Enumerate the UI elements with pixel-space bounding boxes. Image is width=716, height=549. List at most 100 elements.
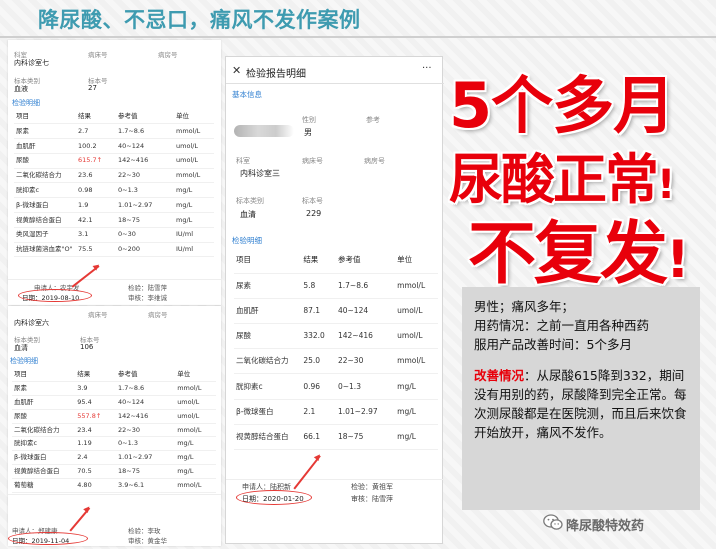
basic-section-title: 基本信息 <box>232 90 262 99</box>
unit: umol/L <box>174 153 214 169</box>
table-row: 尿素 3.9 1.7~8.6 mmol/L <box>12 381 216 397</box>
report-screenshot-1: 科室 病床号 病房号 内科诊室七 标本类别 标本号 血液 27 检验明细 项目结… <box>8 40 221 305</box>
test-name: β-微球蛋白 <box>234 399 302 425</box>
unit: mmol/L <box>175 423 216 438</box>
close-icon[interactable]: ✕ <box>232 64 241 77</box>
table-row: 胱抑素c 1.19 0~1.3 mg/L <box>12 436 216 452</box>
bed-label: 病床号 <box>88 51 108 59</box>
unit: mg/L <box>174 182 214 199</box>
reviewer: 审核：陆雪萍 <box>351 495 393 503</box>
checker: 检验：陆雪萍 <box>128 284 167 292</box>
title-divider <box>226 83 444 84</box>
column-header: 结果 <box>76 109 116 125</box>
dept-label: 科室 <box>236 157 250 165</box>
page-title: 降尿酸、不忌口，痛风不发作案例 <box>38 8 361 32</box>
test-result: 0.98 <box>76 182 116 199</box>
test-result: 66.1 <box>301 424 336 451</box>
table-row: 视黄醇结合蛋白 70.5 18~75 mg/L <box>12 464 216 479</box>
test-name: 葡萄糖 <box>12 478 76 493</box>
footer-divider <box>8 494 221 495</box>
unit: mg/L <box>395 424 438 451</box>
unit: mg/L <box>175 450 216 466</box>
test-name: 视黄醇结合蛋白 <box>234 424 302 451</box>
case-summary-box: 男性；痛风多年； 用药情况：之前一直用各种西药 服用产品改善时间：5个多月 改善… <box>462 287 700 510</box>
table-row: 血肌酐 95.4 40~124 umol/L <box>12 395 216 410</box>
summary-line2: 用药情况：之前一直用各种西药 <box>474 318 650 333</box>
test-name: 视黄醇结合蛋白 <box>12 464 76 479</box>
test-name: 尿酸 <box>234 323 302 350</box>
room-label: 病房号 <box>364 157 385 165</box>
table-row: β-微球蛋白 2.4 1.01~2.97 mg/L <box>12 450 216 466</box>
test-name: 血肌酐 <box>12 395 76 410</box>
test-result: 2.4 <box>75 450 117 466</box>
summary-improvement: 改善情况：从尿酸615降到332，期间没有用别的药，尿酸降到完全正常。每次测尿酸… <box>474 368 687 440</box>
unit: umol/L <box>175 409 216 424</box>
reference-range: 40~124 <box>335 298 396 325</box>
header-bar: 降尿酸、不忌口，痛风不发作案例 <box>0 0 716 38</box>
test-result: 332.0 <box>301 323 336 350</box>
unit: umol/L <box>175 395 216 410</box>
unit: mg/L <box>174 197 214 214</box>
table-row: 胱抑素c 0.98 0~1.3 mg/L <box>14 182 214 199</box>
reviewer: 审核：黄金华 <box>128 537 167 545</box>
test-result: 615.7↑ <box>76 153 116 169</box>
reference-range: 18~75 <box>116 464 176 479</box>
unit: umol/L <box>174 138 214 154</box>
sample-value: 血液 <box>14 85 28 93</box>
reference-range: 1.7~8.6 <box>335 273 396 299</box>
table-row: 尿酸 557.8↑ 142~416 umol/L <box>12 409 216 424</box>
test-name: 尿素 <box>14 123 76 140</box>
reference-range: 0~1.3 <box>116 182 174 199</box>
table-row: 二氧化碳结合力 25.0 22~30 mmol/L <box>234 348 438 375</box>
test-name: 视黄醇结合蛋白 <box>14 212 76 228</box>
column-header: 单位 <box>174 109 214 125</box>
headline-line3: 不复发! <box>468 215 690 294</box>
table-row: 二氧化碳结合力 23.6 22~30 mmol/L <box>14 168 214 184</box>
table-row: 尿素 5.8 1.7~8.6 mmol/L <box>234 273 438 299</box>
table-header-row: 项目 结果 参考值 单位 <box>14 109 214 125</box>
column-header: 参考值 <box>335 248 396 274</box>
test-name: 尿酸 <box>12 409 76 424</box>
test-result: 87.1 <box>301 298 336 325</box>
ref-label: 参考 <box>366 116 380 124</box>
footer-divider <box>226 479 444 480</box>
test-result: 23.4 <box>75 423 117 438</box>
table-row: 尿酸 332.0 142~416 umol/L <box>234 323 438 350</box>
reference-range: 0~1.3 <box>335 373 396 400</box>
reference-range: 22~30 <box>335 348 396 375</box>
column-header: 项目 <box>14 109 76 125</box>
reference-range: 1.01~2.97 <box>116 450 176 466</box>
table-row: 二氧化碳结合力 23.4 22~30 mmol/L <box>12 423 216 438</box>
reference-range: 22~30 <box>116 168 174 184</box>
checker: 检验：黄祖军 <box>351 483 393 491</box>
column-header: 参考值 <box>116 109 174 125</box>
gender-value: 男 <box>304 128 312 137</box>
reference-range: 1.7~8.6 <box>116 123 174 140</box>
sample-label: 标本类别 <box>236 197 264 205</box>
unit: mg/L <box>395 373 438 400</box>
reference-range: 0~30 <box>116 227 174 243</box>
test-result: 100.2 <box>76 138 116 154</box>
unit: mmol/L <box>395 348 438 375</box>
sample-no-label: 标本号 <box>302 197 323 205</box>
column-header: 结果 <box>301 248 336 274</box>
unit: mmol/L <box>395 273 438 299</box>
unit: IU/ml <box>174 227 214 243</box>
test-result: 70.5 <box>75 464 117 479</box>
test-result: 557.8↑ <box>75 409 117 424</box>
sample-value: 血清 <box>14 344 28 352</box>
section-title: 检验明细 <box>12 99 40 107</box>
summary-line1: 男性；痛风多年； <box>474 299 575 314</box>
unit: IU/ml <box>174 242 214 258</box>
reference-range: 18~75 <box>116 212 174 228</box>
test-name: 尿素 <box>234 273 302 299</box>
test-name: β-微球蛋白 <box>14 197 76 214</box>
sample-no-value: 106 <box>80 343 94 351</box>
reference-range: 142~416 <box>116 409 176 424</box>
test-result: 1.19 <box>75 436 117 452</box>
more-icon[interactable]: ··· <box>422 63 432 74</box>
test-name: β-微球蛋白 <box>12 450 76 466</box>
date-highlight-circle <box>8 532 88 545</box>
unit: mmol/L <box>174 168 214 184</box>
room-label: 病房号 <box>148 311 168 319</box>
